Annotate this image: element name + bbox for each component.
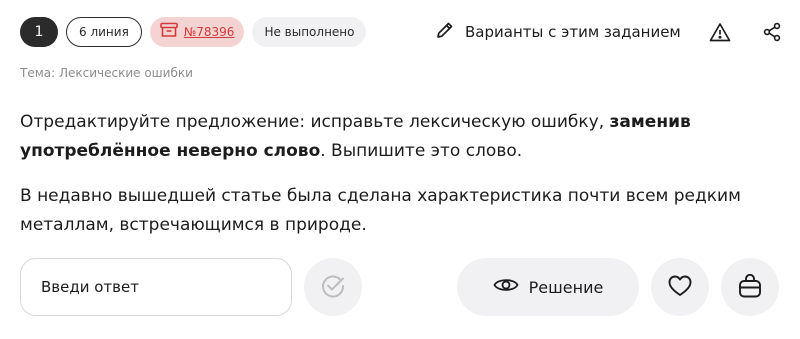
solution-label: Решение [528, 277, 604, 297]
bag-icon [738, 273, 762, 302]
topic-label: Тема: Лексические ошибки [20, 66, 193, 80]
variants-label: Варианты с этим заданием [465, 23, 681, 41]
variants-link[interactable]: Варианты с этим заданием [435, 16, 681, 48]
task-instruction: Отредактируйте предложение: исправьте ле… [20, 108, 760, 166]
archive-icon [159, 22, 178, 42]
warning-icon[interactable] [708, 20, 732, 44]
status-badge: Не выполнено [252, 17, 367, 47]
task-text-part2: . Выпишите это слово. [320, 141, 523, 161]
answer-input[interactable] [20, 258, 292, 316]
task-sentence: В недавно вышедшей статье была сделана х… [20, 186, 741, 235]
eye-icon [493, 276, 519, 298]
task-id-badge[interactable]: №78396 [149, 17, 245, 47]
favorite-button[interactable] [651, 258, 709, 316]
task-header: 1 6 линия №78396 Не выполнено Варианты с… [20, 16, 781, 48]
task-text-part1: Отредактируйте предложение: исправьте ле… [20, 112, 605, 132]
share-icon[interactable] [760, 20, 784, 44]
pencil-icon [435, 20, 455, 44]
check-answer-button[interactable] [304, 258, 362, 316]
heart-icon [668, 275, 692, 300]
bag-button[interactable] [721, 258, 779, 316]
line-badge[interactable]: 6 линия [66, 17, 142, 47]
solution-button[interactable]: Решение [457, 258, 639, 316]
task-number-badge: 1 [20, 17, 58, 47]
check-circle-icon [319, 272, 347, 303]
task-id-link[interactable]: №78396 [184, 25, 235, 39]
